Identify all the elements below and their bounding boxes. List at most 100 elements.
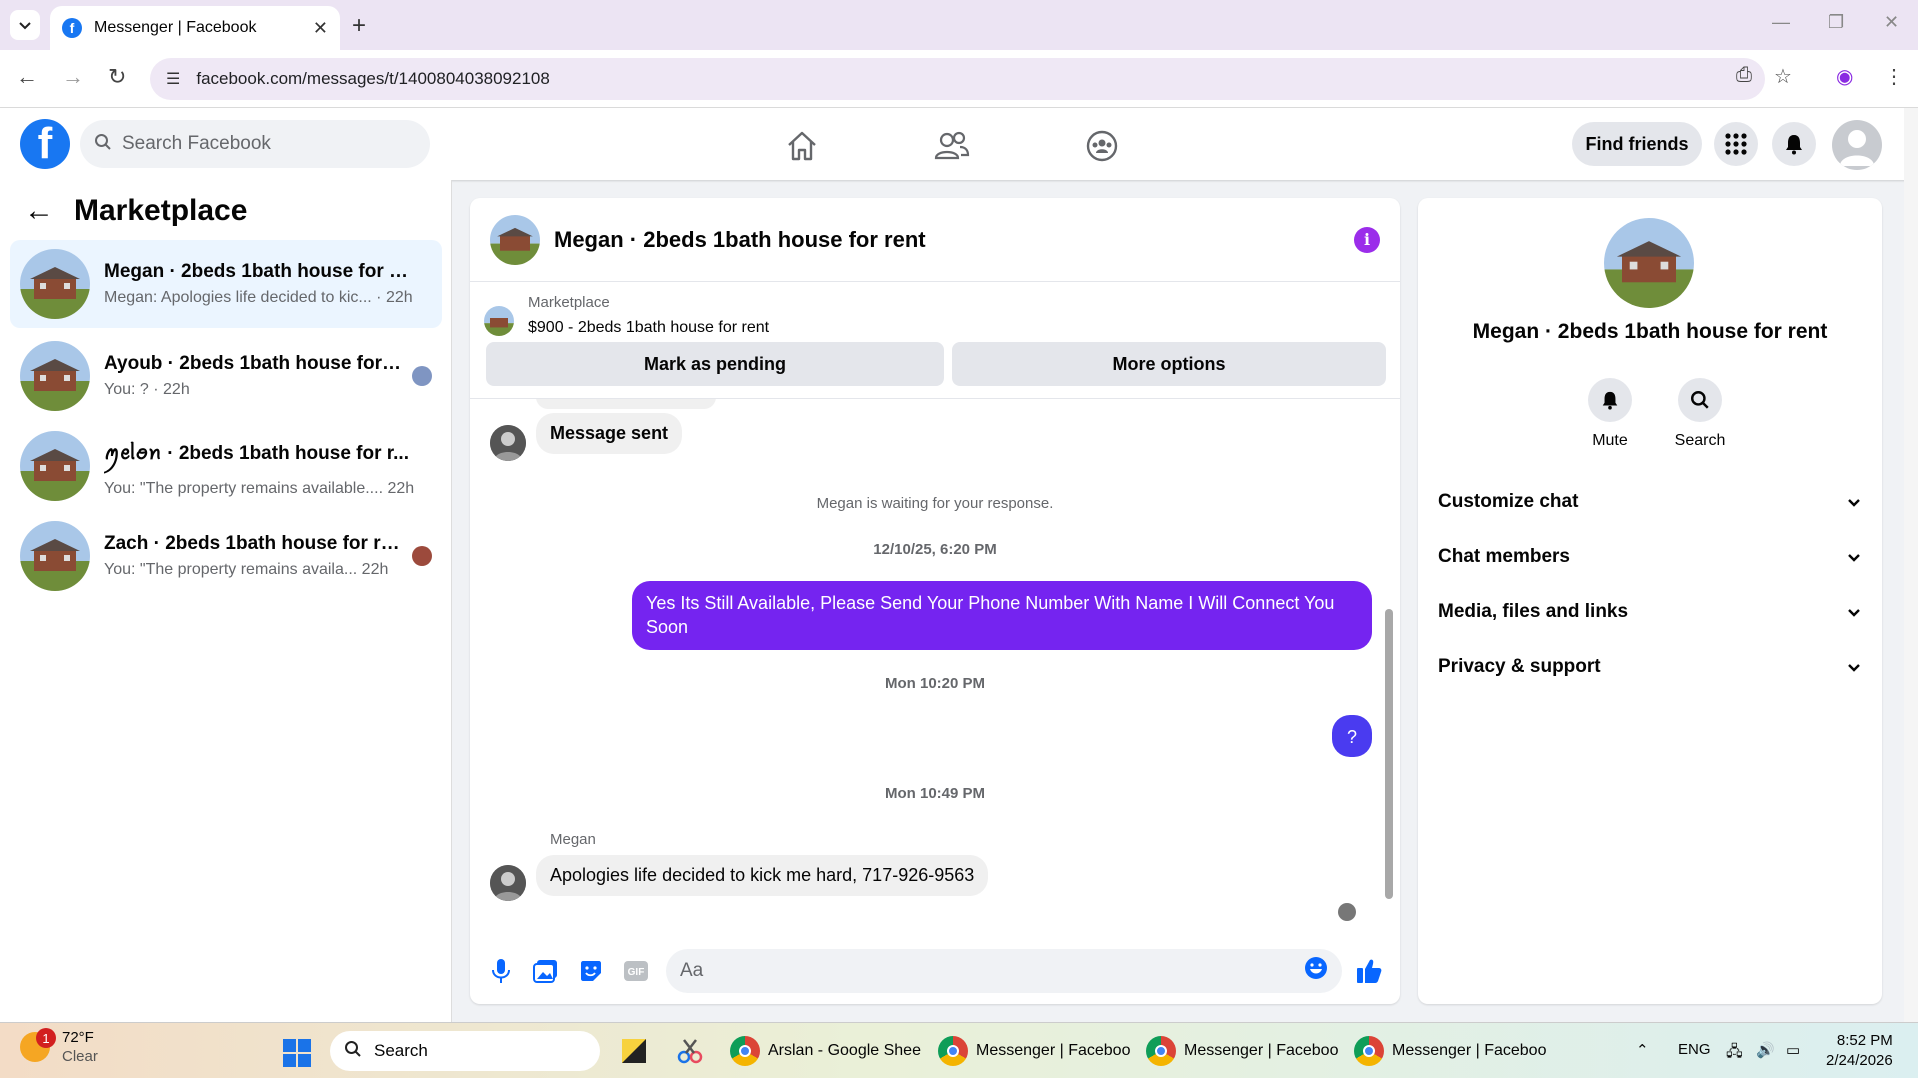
timestamp: Mon 10:49 PM xyxy=(884,785,986,802)
house-thumbnail xyxy=(20,249,90,319)
conversation-item-megan[interactable]: Megan · 2beds 1bath house for rent Megan… xyxy=(10,240,442,328)
conversation-preview: Megan: Apologies life decided to kic... xyxy=(104,289,372,306)
chevron-down-icon xyxy=(1848,554,1860,562)
find-friends-button[interactable]: Find friends xyxy=(1572,122,1702,166)
browser-tab-messenger[interactable]: f Messenger | Facebook ✕ xyxy=(50,6,340,50)
back-arrow-icon[interactable]: ← xyxy=(16,64,38,90)
row-label: Privacy & support xyxy=(1438,656,1601,677)
outgoing-message[interactable]: ? xyxy=(1332,715,1372,757)
info-icon[interactable]: i xyxy=(1354,226,1380,253)
profile-icon[interactable]: ◉ xyxy=(1836,64,1853,89)
tab-list-button[interactable] xyxy=(10,10,40,40)
forward-arrow-icon[interactable]: → xyxy=(62,64,84,90)
weather-widget[interactable]: 1 72°F Clear xyxy=(20,1028,98,1065)
chrome-icon xyxy=(1354,1036,1384,1066)
search-icon xyxy=(344,1040,362,1063)
mute-label: Mute xyxy=(1592,432,1628,449)
photo-icon[interactable] xyxy=(531,956,561,986)
marketplace-header: ← Marketplace xyxy=(24,194,247,228)
facebook-search-input[interactable]: Search Facebook xyxy=(80,120,430,168)
browser-toolbar: ← → ↻ ☰ facebook.com/messages/t/14008040… xyxy=(0,50,1918,108)
taskbar-search[interactable]: Search xyxy=(330,1031,600,1071)
conversation-item-ayoub[interactable]: Ayoub · 2beds 1bath house for r... You: … xyxy=(10,332,442,420)
marketplace-listing-banner[interactable]: Marketplace $900 - 2beds 1bath house for… xyxy=(484,294,769,337)
taskbar-app-messenger-3[interactable]: Messenger | Faceboo xyxy=(1354,1031,1546,1071)
thumbs-up-icon[interactable] xyxy=(1354,956,1384,986)
install-app-icon[interactable]: ⎙ xyxy=(1736,64,1752,87)
message-thread[interactable]: Message sent Megan is waiting for your r… xyxy=(470,399,1400,929)
conversation-preview: You: "The property remains available.... xyxy=(104,480,384,497)
back-arrow-icon[interactable]: ← xyxy=(24,194,54,228)
chevron-down-icon xyxy=(1848,609,1860,617)
chevron-up-icon[interactable]: ⌃ xyxy=(1636,1041,1649,1059)
media-files-links-row[interactable]: Media, files and links xyxy=(1438,592,1862,632)
friends-icon[interactable] xyxy=(932,126,972,166)
customize-chat-row[interactable]: Customize chat xyxy=(1438,482,1862,522)
gif-icon[interactable]: GIF xyxy=(621,956,651,986)
house-thumbnail xyxy=(20,341,90,411)
bookmark-star-icon[interactable]: ☆ xyxy=(1774,64,1792,89)
reload-icon[interactable]: ↻ xyxy=(108,64,126,90)
chrome-icon xyxy=(938,1036,968,1066)
taskbar-app-messenger-1[interactable]: Messenger | Faceboo xyxy=(938,1031,1130,1071)
close-tab-icon[interactable]: ✕ xyxy=(313,18,328,39)
windows-start-icon[interactable] xyxy=(283,1039,311,1067)
battery-icon[interactable]: ▭ xyxy=(1786,1041,1800,1059)
new-tab-button[interactable]: + xyxy=(352,12,366,40)
conversation-time: · 22h xyxy=(153,381,190,398)
menu-grid-button[interactable] xyxy=(1714,122,1758,166)
taskbar-app-google-sheets[interactable]: Arslan - Google Shee xyxy=(730,1031,921,1071)
microphone-icon[interactable] xyxy=(486,956,516,986)
chat-members-row[interactable]: Chat members xyxy=(1438,537,1862,577)
conversation-preview: You: "The property remains availa... xyxy=(104,561,358,578)
conversation-item-zach[interactable]: Zach · 2beds 1bath house for rent You: "… xyxy=(10,512,442,600)
snipping-tool-icon[interactable] xyxy=(676,1031,704,1071)
site-settings-icon[interactable]: ☰ xyxy=(166,69,180,89)
sticker-icon[interactable] xyxy=(576,956,606,986)
conversation-item-melon[interactable]: ꪑꫀᥣꪮꪀ · 2beds 1bath house for r... You: … xyxy=(10,422,442,510)
more-options-button[interactable]: More options xyxy=(952,342,1386,386)
listing-title: $900 - 2beds 1bath house for rent xyxy=(528,319,770,336)
emoji-icon[interactable] xyxy=(1304,956,1328,986)
panel-title: Marketplace xyxy=(74,194,248,227)
volume-icon[interactable]: 🔊 xyxy=(1756,1041,1775,1059)
chevron-down-icon xyxy=(1848,664,1860,672)
sticky-notes-icon[interactable] xyxy=(620,1031,648,1071)
taskbar-clock[interactable]: 8:52 PM 2/24/2026 xyxy=(1826,1031,1893,1071)
search-icon xyxy=(94,133,112,156)
facebook-logo-icon[interactable]: f xyxy=(20,119,70,169)
network-icon[interactable]: 🖧 xyxy=(1726,1041,1743,1066)
window-close-icon[interactable]: ✕ xyxy=(1884,12,1899,33)
cut-off-bubble xyxy=(536,399,716,409)
privacy-support-row[interactable]: Privacy & support xyxy=(1438,647,1862,687)
restore-icon[interactable]: ❐ xyxy=(1828,12,1844,33)
row-label: Chat members xyxy=(1438,546,1570,567)
search-in-chat-button[interactable]: Search xyxy=(1660,378,1740,450)
megan-avatar xyxy=(490,865,526,901)
groups-icon[interactable] xyxy=(1082,126,1122,166)
browser-menu-icon[interactable]: ⋮ xyxy=(1884,64,1904,89)
conversation-preview: You: ? xyxy=(104,381,149,398)
temperature: 72°F xyxy=(62,1029,94,1046)
taskbar-app-label: Arslan - Google Shee xyxy=(768,1042,921,1059)
language-indicator[interactable]: ENG xyxy=(1678,1041,1711,1058)
chat-house-thumbnail[interactable] xyxy=(490,214,540,265)
home-icon[interactable] xyxy=(782,126,822,166)
mute-button[interactable]: Mute xyxy=(1570,378,1650,450)
account-avatar-button[interactable] xyxy=(1832,120,1882,170)
url-text: facebook.com/messages/t/1400804038092108 xyxy=(196,69,550,88)
incoming-message[interactable]: Apologies life decided to kick me hard, … xyxy=(536,855,989,896)
page-scrollbar[interactable] xyxy=(1904,108,1918,1022)
chat-title[interactable]: Megan · 2beds 1bath house for rent xyxy=(554,227,1354,253)
minimize-icon[interactable]: — xyxy=(1772,12,1790,33)
outgoing-message[interactable]: Yes Its Still Available, Please Send You… xyxy=(632,581,1372,650)
house-thumbnail xyxy=(20,521,90,591)
message-input[interactable]: Aa xyxy=(666,949,1342,993)
address-bar[interactable]: ☰ facebook.com/messages/t/14008040380921… xyxy=(150,58,1765,100)
mark-as-pending-button[interactable]: Mark as pending xyxy=(486,342,944,386)
thread-scrollbar-thumb[interactable] xyxy=(1385,609,1393,899)
notifications-button[interactable] xyxy=(1772,122,1816,166)
chrome-icon xyxy=(730,1036,760,1066)
avatar-icon xyxy=(1840,130,1874,166)
taskbar-app-messenger-2[interactable]: Messenger | Faceboo xyxy=(1146,1031,1338,1071)
